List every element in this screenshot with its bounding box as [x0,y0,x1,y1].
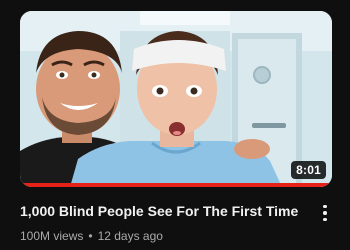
video-thumbnail[interactable]: 8:01 [20,11,332,187]
video-metadata: 100M views • 12 days ago [20,229,163,243]
more-dot [323,217,327,222]
watch-progress-fill [20,183,332,187]
thumbnail-image [20,11,332,187]
view-count: 100M views [20,229,84,243]
duration-badge: 8:01 [291,161,326,179]
video-title[interactable]: 1,000 Blind People See For The First Tim… [20,203,310,220]
more-dot [323,204,327,209]
more-vertical-icon[interactable] [314,202,336,224]
upload-age: 12 days ago [97,229,163,243]
watch-progress-track [20,183,332,187]
video-card[interactable]: 8:01 1,000 Blind People See For The Firs… [0,0,350,250]
more-dot [323,211,327,215]
meta-separator: • [88,229,93,243]
